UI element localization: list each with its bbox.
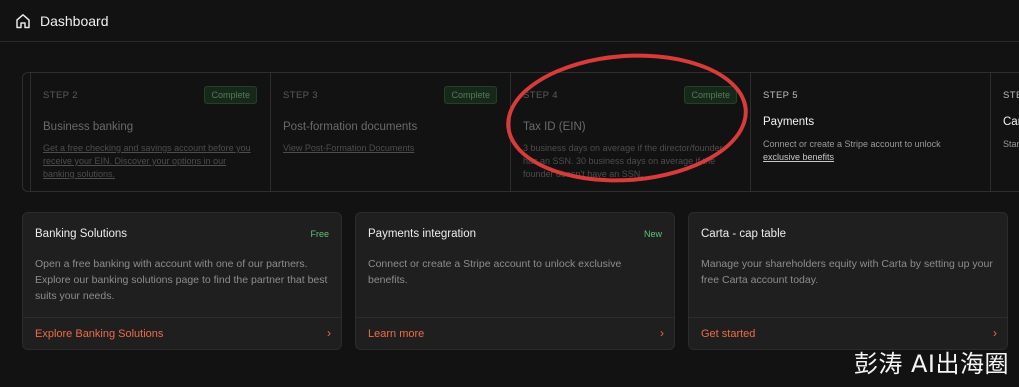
status-badge: Complete — [444, 86, 497, 104]
step-title: Car — [1003, 116, 1019, 128]
steps-carousel: STEP 2 Complete Business banking Get a f… — [22, 72, 1019, 192]
step-post-formation-documents[interactable]: STEP 3 Complete Post-formation documents… — [271, 73, 511, 191]
card-footer[interactable]: Learn more › — [356, 317, 674, 349]
learn-more-link[interactable]: Learn more — [368, 328, 424, 340]
step-description-link[interactable]: Get a free checking and savings account … — [43, 142, 258, 181]
card-body: Open a free banking with account with on… — [35, 258, 328, 302]
card-title: Banking Solutions — [35, 228, 128, 240]
step-title: Tax ID (EIN) — [523, 121, 586, 133]
explore-banking-solutions-link[interactable]: Explore Banking Solutions — [35, 328, 163, 340]
step-next-partial[interactable]: STE Car Star sett — [991, 73, 1019, 191]
step-number: STEP 5 — [763, 90, 798, 101]
home-icon[interactable] — [14, 12, 32, 30]
step-tax-id[interactable]: STEP 4 Complete Tax ID (EIN) 3 business … — [511, 73, 751, 191]
step-business-banking[interactable]: STEP 2 Complete Business banking Get a f… — [31, 73, 271, 191]
card-title: Payments integration — [368, 228, 477, 240]
view-documents-link[interactable]: View Post-Formation Documents — [283, 142, 498, 155]
step-description-text: Connect or create a Stripe account to un… — [763, 139, 941, 149]
card-tag: New — [643, 229, 662, 239]
card-footer[interactable]: Explore Banking Solutions › — [23, 317, 341, 349]
watermark-text: 彭涛 AI出海圈 — [853, 350, 1009, 378]
exclusive-benefits-link[interactable]: exclusive benefits — [763, 152, 834, 162]
step-description: Connect or create a Stripe account to un… — [763, 138, 978, 164]
step-title: Post-formation documents — [283, 121, 418, 133]
card-payments-integration: Payments integration New Connect or crea… — [355, 212, 675, 350]
top-bar: Dashboard — [0, 0, 1019, 42]
chevron-right-icon[interactable]: › — [660, 326, 664, 340]
card-title: Carta - cap table — [701, 228, 787, 240]
card-carta-cap-table: Carta - cap table Manage your shareholde… — [688, 212, 1008, 350]
chevron-right-icon[interactable]: › — [993, 326, 997, 340]
card-body: Manage your shareholders equity with Car… — [701, 258, 993, 286]
card-tag: Free — [310, 229, 329, 239]
status-badge: Complete — [204, 86, 257, 104]
step-title: Payments — [763, 116, 815, 128]
chevron-right-icon[interactable]: › — [327, 326, 331, 340]
get-started-link[interactable]: Get started — [701, 328, 755, 340]
card-banking-solutions: Banking Solutions Free Open a free banki… — [22, 212, 342, 350]
step-number: STE — [1003, 90, 1019, 101]
step-description: 3 business days on average if the direct… — [523, 143, 723, 179]
step-description: Star sett — [1003, 139, 1019, 149]
page-title: Dashboard — [40, 12, 109, 29]
step-payments[interactable]: STEP 5 Payments Connect or create a Stri… — [751, 73, 991, 191]
card-body: Connect or create a Stripe account to un… — [368, 258, 622, 286]
step-title: Business banking — [43, 121, 134, 133]
status-badge: Complete — [684, 86, 737, 104]
